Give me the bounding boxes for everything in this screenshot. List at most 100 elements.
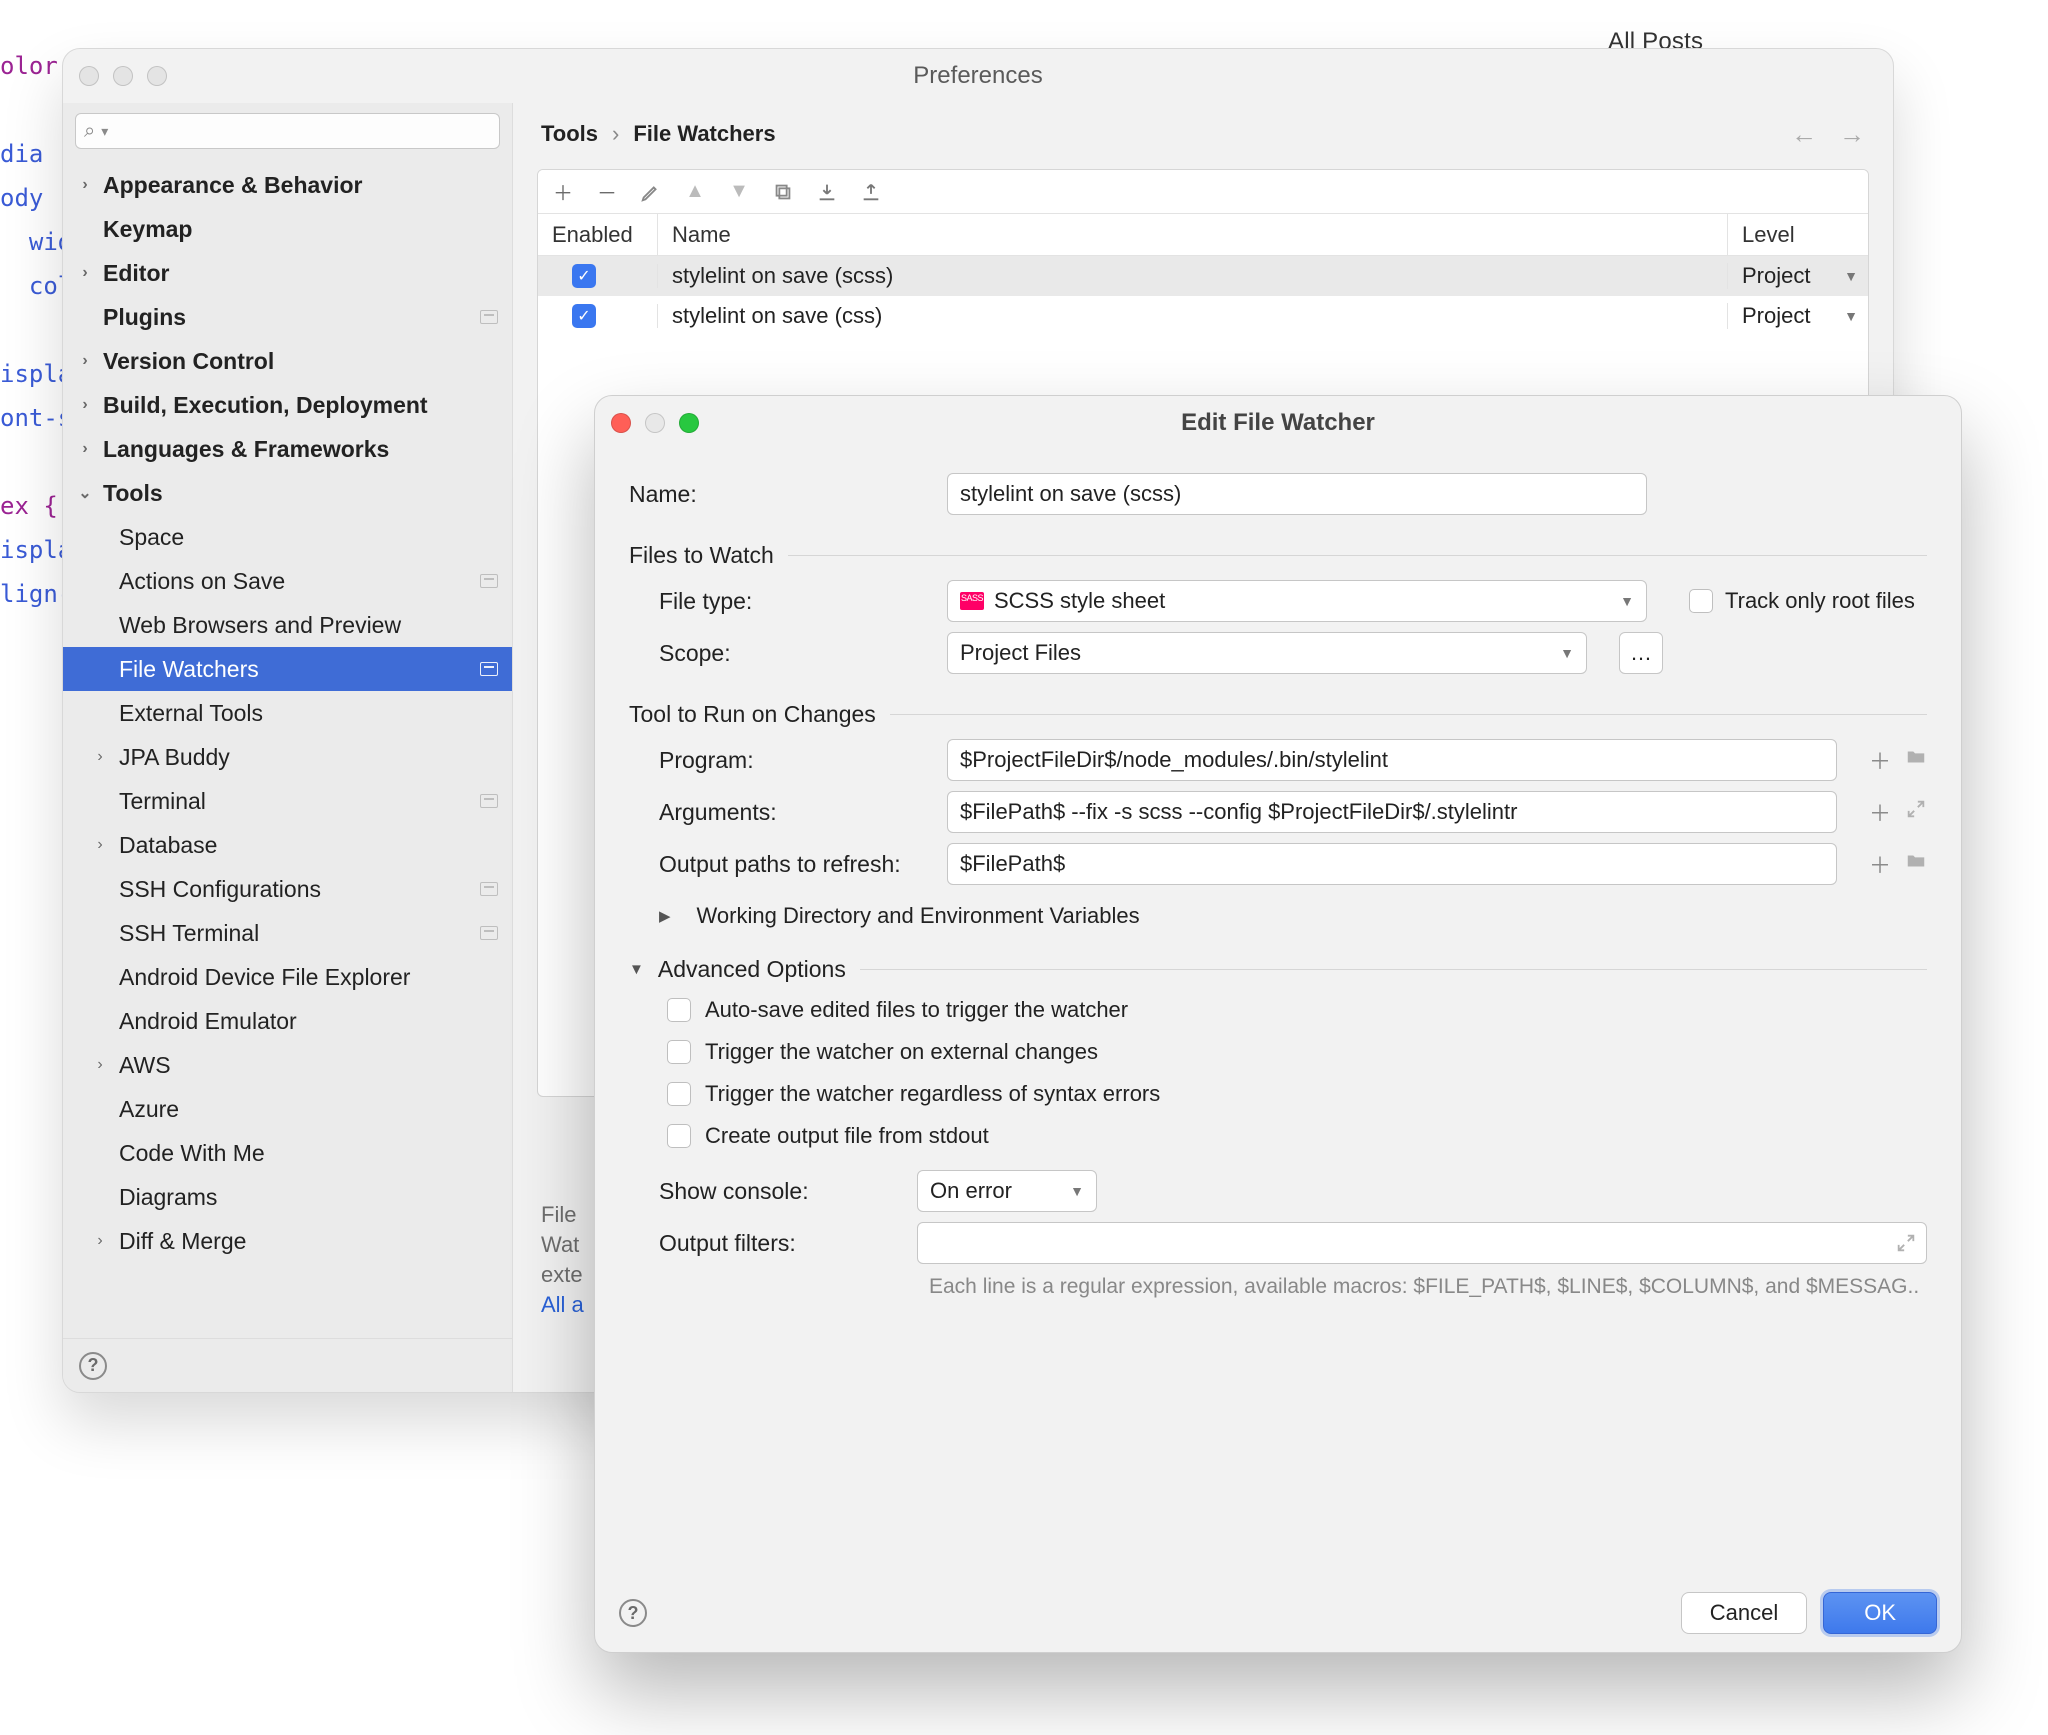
table-row[interactable]: ✓stylelint on save (scss)Project▼ — [538, 256, 1868, 296]
edit-icon[interactable] — [640, 181, 662, 203]
sidebar-item-terminal[interactable]: Terminal — [63, 779, 512, 823]
remove-icon[interactable]: － — [596, 181, 618, 203]
show-console-value: On error — [930, 1178, 1012, 1204]
chevron-down-icon: ⌄ — [75, 483, 95, 503]
sidebar-item-diff-merge[interactable]: ›Diff & Merge — [63, 1219, 512, 1263]
breadcrumb-root[interactable]: Tools — [541, 121, 598, 147]
program-input[interactable] — [947, 739, 1837, 781]
section-working-dir[interactable]: Working Directory and Environment Variab… — [697, 903, 1140, 929]
browse-folder-icon[interactable] — [1905, 746, 1927, 774]
sidebar-item-azure[interactable]: Azure — [63, 1087, 512, 1131]
sidebar-item-actions-on-save[interactable]: Actions on Save — [63, 559, 512, 603]
editor-code-fragment: olor: $red-500; dia ody wid col ispla on… — [0, 0, 70, 616]
section-advanced[interactable]: Advanced Options — [658, 956, 846, 983]
chevron-down-icon[interactable]: ▼ — [1844, 308, 1858, 324]
label-syntax: Trigger the watcher regardless of syntax… — [705, 1081, 1160, 1107]
sidebar-search: ⌕▾ — [63, 103, 512, 163]
label-output-filters: Output filters: — [629, 1230, 899, 1257]
nav-back-icon[interactable]: ← — [1791, 119, 1817, 150]
scope-value: Project Files — [960, 640, 1081, 666]
track-root-checkbox[interactable] — [1689, 589, 1713, 613]
sidebar-item-diagrams[interactable]: Diagrams — [63, 1175, 512, 1219]
chevron-right-icon[interactable]: ▶ — [659, 907, 671, 925]
sidebar-item-code-with-me[interactable]: Code With Me — [63, 1131, 512, 1175]
insert-macro-icon[interactable]: ＋ — [1869, 848, 1891, 880]
move-up-icon[interactable]: ▲ — [684, 181, 706, 203]
sidebar-item-space[interactable]: Space — [63, 515, 512, 559]
arguments-input[interactable] — [947, 791, 1837, 833]
sidebar-footer: ? — [63, 1338, 512, 1392]
export-icon[interactable] — [860, 181, 882, 203]
project-scope-icon — [480, 794, 498, 808]
sidebar-item-editor[interactable]: ›Editor — [63, 251, 512, 295]
sidebar-tree[interactable]: ›Appearance & BehaviorKeymap›EditorPlugi… — [63, 163, 512, 1338]
ok-button[interactable]: OK — [1823, 1592, 1937, 1634]
sidebar-item-ssh-configurations[interactable]: SSH Configurations — [63, 867, 512, 911]
sidebar-search-input[interactable] — [114, 118, 491, 144]
cancel-button[interactable]: Cancel — [1681, 1592, 1807, 1634]
sidebar-item-appearance-behavior[interactable]: ›Appearance & Behavior — [63, 163, 512, 207]
search-history-chevron-icon[interactable]: ▾ — [101, 123, 108, 140]
scope-browse-button[interactable]: … — [1619, 632, 1663, 674]
sidebar-item-plugins[interactable]: Plugins — [63, 295, 512, 339]
file-type-select[interactable]: SCSS style sheet ▼ — [947, 580, 1647, 622]
sidebar-item-keymap[interactable]: Keymap — [63, 207, 512, 251]
sidebar-item-jpa-buddy[interactable]: ›JPA Buddy — [63, 735, 512, 779]
chevron-down-icon[interactable]: ▼ — [629, 961, 644, 978]
move-down-icon[interactable]: ▼ — [728, 181, 750, 203]
sidebar-item-database[interactable]: ›Database — [63, 823, 512, 867]
name-input[interactable] — [947, 473, 1647, 515]
sidebar-item-tools[interactable]: ⌄Tools — [63, 471, 512, 515]
preferences-titlebar[interactable]: Preferences — [63, 49, 1893, 103]
chevron-down-icon[interactable]: ▼ — [1844, 268, 1858, 284]
insert-macro-icon[interactable]: ＋ — [1869, 744, 1891, 776]
external-changes-checkbox[interactable] — [667, 1040, 691, 1064]
label-arguments: Arguments: — [629, 799, 929, 826]
watchers-table-header: Enabled Name Level — [538, 214, 1868, 256]
sidebar-item-external-tools[interactable]: External Tools — [63, 691, 512, 735]
sidebar-item-label: Azure — [119, 1096, 179, 1123]
label-track-root: Track only root files — [1725, 588, 1915, 614]
enabled-checkbox[interactable]: ✓ — [572, 304, 596, 328]
syntax-errors-checkbox[interactable] — [667, 1082, 691, 1106]
sidebar-item-label: Editor — [103, 260, 169, 287]
sidebar-item-file-watchers[interactable]: File Watchers — [63, 647, 512, 691]
add-icon[interactable]: ＋ — [552, 181, 574, 203]
stdout-checkbox[interactable] — [667, 1124, 691, 1148]
help-icon[interactable]: ? — [619, 1599, 647, 1627]
sidebar-item-android-device-file-explorer[interactable]: Android Device File Explorer — [63, 955, 512, 999]
efw-titlebar[interactable]: Edit File Watcher — [595, 396, 1961, 450]
col-name[interactable]: Name — [658, 214, 1728, 255]
auto-save-checkbox[interactable] — [667, 998, 691, 1022]
help-icon[interactable]: ? — [79, 1352, 107, 1380]
level-value: Project — [1742, 303, 1810, 329]
sidebar-item-web-browsers-and-preview[interactable]: Web Browsers and Preview — [63, 603, 512, 647]
browse-folder-icon[interactable] — [1905, 850, 1927, 878]
nav-forward-icon[interactable]: → — [1839, 119, 1865, 150]
sidebar-item-aws[interactable]: ›AWS — [63, 1043, 512, 1087]
output-filters-input[interactable] — [917, 1222, 1927, 1264]
col-level[interactable]: Level — [1728, 214, 1868, 255]
chevron-right-icon: › — [75, 396, 95, 414]
copy-icon[interactable] — [772, 181, 794, 203]
sidebar-item-build-execution-deployment[interactable]: ›Build, Execution, Deployment — [63, 383, 512, 427]
expand-icon[interactable] — [1905, 798, 1927, 826]
sidebar-item-version-control[interactable]: ›Version Control — [63, 339, 512, 383]
sidebar-item-android-emulator[interactable]: Android Emulator — [63, 999, 512, 1043]
col-enabled[interactable]: Enabled — [538, 214, 658, 255]
enabled-checkbox[interactable]: ✓ — [572, 264, 596, 288]
table-row[interactable]: ✓stylelint on save (css)Project▼ — [538, 296, 1868, 336]
import-icon[interactable] — [816, 181, 838, 203]
watchers-toolbar: ＋ － ▲ ▼ — [538, 170, 1868, 214]
sidebar-search-field[interactable]: ⌕▾ — [75, 113, 500, 149]
scope-select[interactable]: Project Files ▼ — [947, 632, 1587, 674]
show-console-select[interactable]: On error ▼ — [917, 1170, 1097, 1212]
project-scope-icon — [480, 574, 498, 588]
output-paths-input[interactable] — [947, 843, 1837, 885]
sidebar-item-label: SSH Configurations — [119, 876, 321, 903]
expand-icon[interactable] — [1895, 1232, 1917, 1260]
sidebar-item-ssh-terminal[interactable]: SSH Terminal — [63, 911, 512, 955]
insert-macro-icon[interactable]: ＋ — [1869, 796, 1891, 828]
chevron-down-icon: ▼ — [1620, 593, 1634, 609]
sidebar-item-languages-frameworks[interactable]: ›Languages & Frameworks — [63, 427, 512, 471]
